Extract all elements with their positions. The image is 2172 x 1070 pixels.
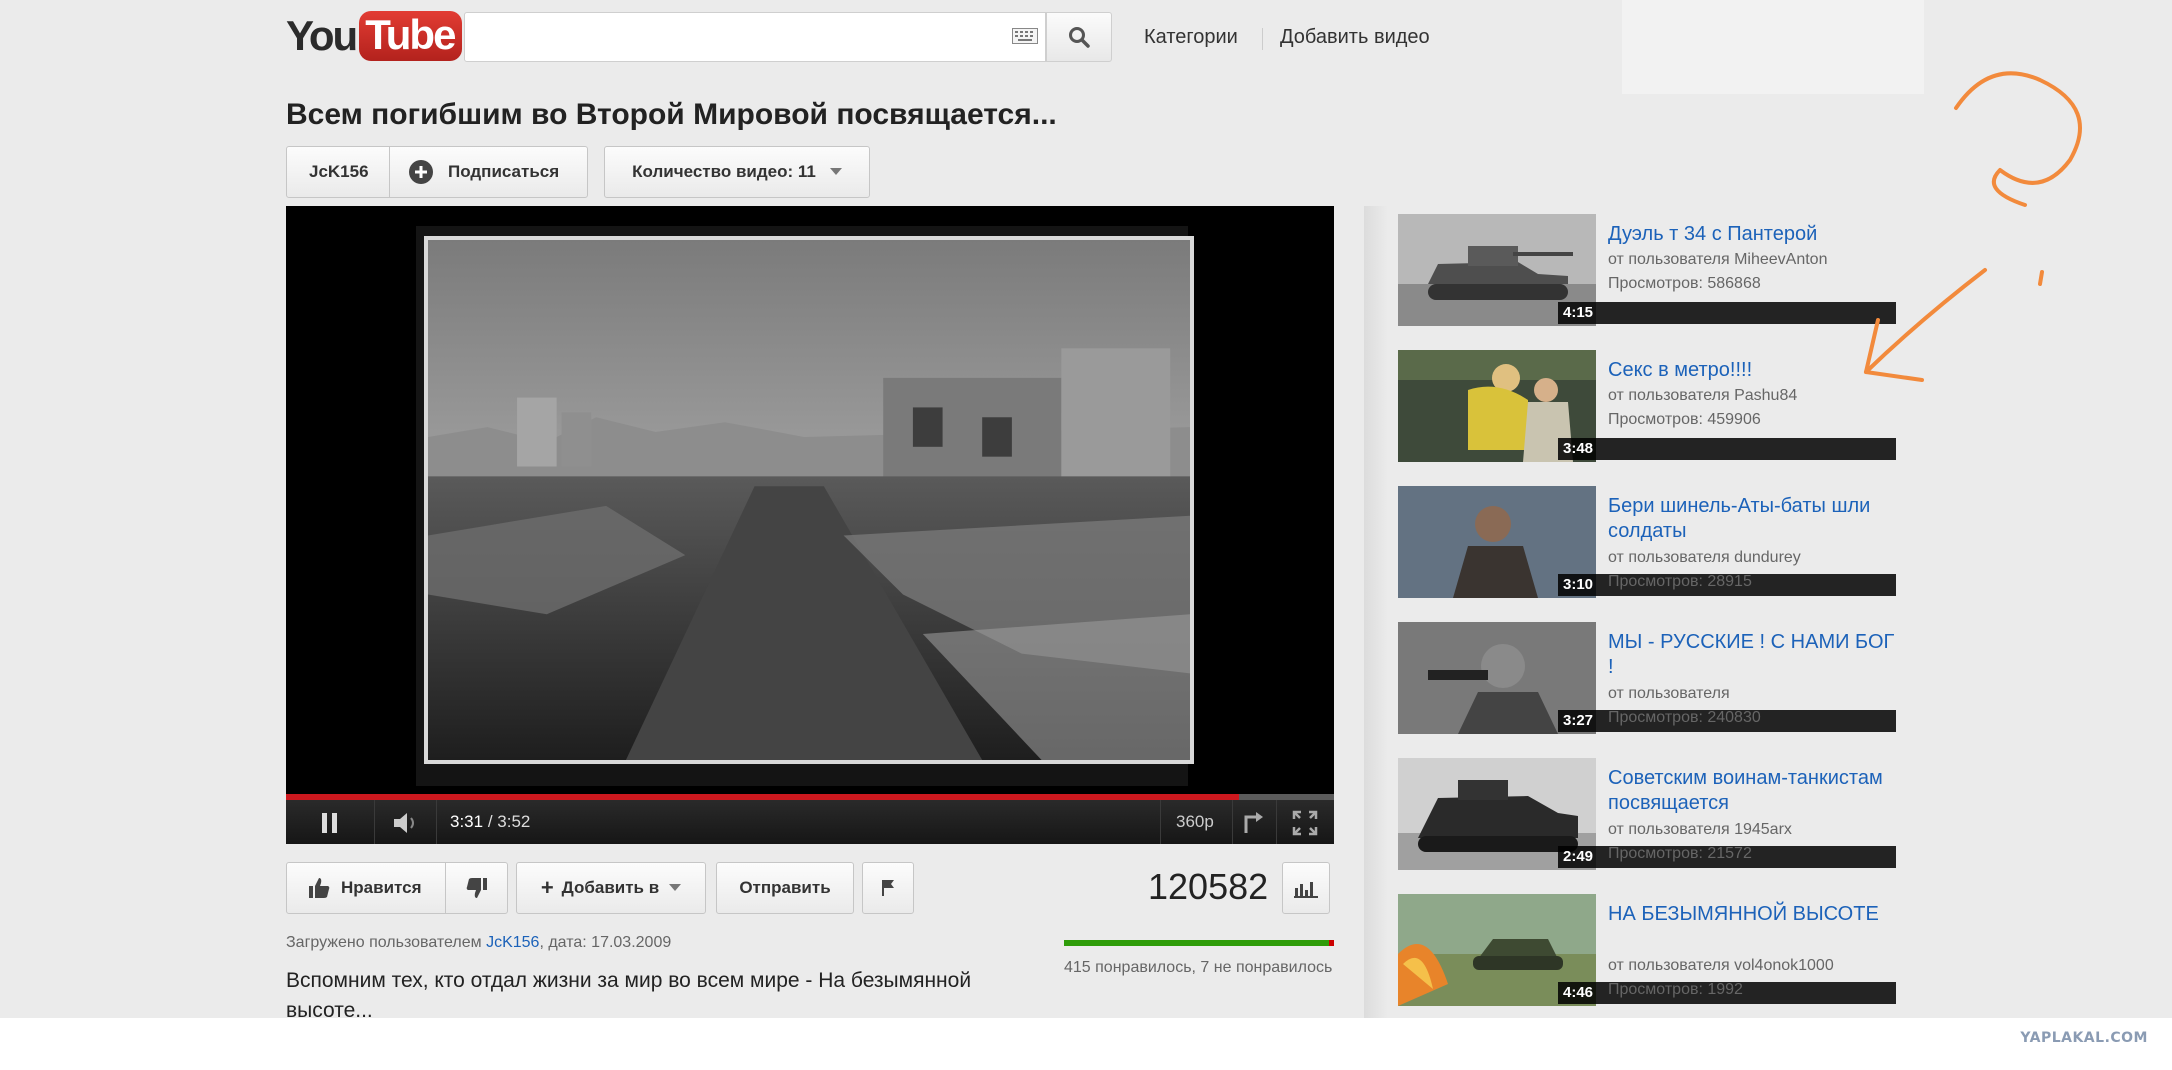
plus-icon: + (540, 875, 554, 900)
dislike-button[interactable] (446, 863, 508, 913)
video-player[interactable]: 3:31 / 3:52 360p (286, 206, 1334, 844)
flag-icon (882, 880, 894, 896)
player-controls: 3:31 / 3:52 360p (286, 800, 1334, 844)
like-ratio-fill (1064, 940, 1330, 946)
duration-badge: 4:15 (1558, 302, 1896, 324)
video-title: Всем погибшим во Второй Мировой посвящае… (286, 98, 1057, 131)
like-label: Нравится (341, 878, 422, 897)
logo-you-text: You (286, 12, 358, 59)
related-views: Просмотров: 459906 (1608, 411, 1761, 428)
related-views: Просмотров: 1992 (1608, 981, 1743, 998)
related-title[interactable]: Дуэль т 34 с Пантерой (1608, 222, 1898, 247)
related-author: от пользователя vol4onok1000 (1608, 957, 1834, 974)
footer-strip (0, 1018, 2172, 1070)
volume-icon[interactable] (392, 812, 422, 834)
view-count: 120582 (1148, 866, 1269, 907)
bar-chart-icon (1294, 882, 1318, 898)
stats-button[interactable] (1282, 862, 1330, 914)
related-views: Просмотров: 21572 (1608, 845, 1752, 862)
related-title[interactable]: Секс в метро!!!! (1608, 358, 1898, 383)
related-author: от пользователя 1945arx (1608, 821, 1792, 838)
related-video[interactable]: 4:46 НА БЕЗЫМЯННОЙ ВЫСОТЕ от пользовател… (1398, 894, 1898, 1006)
add-to-button[interactable]: + Добавить в (516, 862, 706, 914)
related-video[interactable]: 4:15 Дуэль т 34 с Пантерой от пользовате… (1398, 214, 1898, 326)
like-button[interactable]: Нравится (287, 863, 445, 913)
channel-name[interactable]: JcK156 (309, 162, 369, 182)
chevron-down-icon (829, 168, 842, 175)
related-views: Просмотров: 586868 (1608, 275, 1761, 292)
related-title[interactable]: Бери шинель-Аты-баты шли солдаты (1608, 494, 1898, 544)
chevron-down-icon (669, 884, 682, 891)
likes-text: 415 понравилось, 7 не понравилось (1064, 959, 1333, 976)
upload-date: , дата: 17.03.2009 (539, 934, 672, 951)
nav-upload[interactable]: Добавить видео (1280, 26, 1430, 49)
time-display: 3:31 / 3:52 (450, 812, 530, 832)
add-to-label: Добавить в (561, 878, 660, 897)
related-title[interactable]: НА БЕЗЫМЯННОЙ ВЫСОТЕ (1608, 902, 1898, 927)
related-video[interactable]: 3:27 МЫ - РУССКИЕ ! С НАМИ БОГ ! от поль… (1398, 622, 1898, 734)
related-author: от пользователя dundurey (1608, 549, 1801, 566)
related-title[interactable]: МЫ - РУССКИЕ ! С НАМИ БОГ ! (1608, 630, 1898, 680)
channel-subscribe-group: JcK156 Подписаться (286, 146, 588, 198)
pause-icon[interactable] (320, 812, 340, 834)
uploaded-prefix: Загружено пользователем (286, 934, 487, 951)
total-time: / 3:52 (487, 812, 531, 831)
share-label: Отправить (739, 878, 831, 897)
related-video[interactable]: 2:49 Советским воинам-танкистам посвящае… (1398, 758, 1898, 870)
like-dislike-group: Нравится (286, 862, 508, 914)
related-video[interactable]: 3:48 Секс в метро!!!! от пользователя Pa… (1398, 350, 1898, 462)
thumbs-down-icon (466, 878, 487, 898)
divider (1160, 800, 1161, 844)
related-author: от пользователя (1608, 685, 1730, 702)
divider (1276, 800, 1277, 844)
video-count-label: Количество видео: 11 (632, 162, 816, 181)
uploader-link[interactable]: JcK156 (486, 934, 539, 951)
search-input[interactable] (464, 12, 1046, 62)
current-time: 3:31 (450, 812, 484, 831)
related-title[interactable]: Советским воинам-танкистам посвящается (1608, 766, 1898, 816)
related-video[interactable]: 3:10 Бери шинель-Аты-баты шли солдаты от… (1398, 486, 1898, 598)
related-author: от пользователя MiheevAnton (1608, 251, 1828, 268)
nav-categories[interactable]: Категории (1144, 26, 1238, 49)
ad-placeholder (1622, 0, 1924, 94)
quality-button[interactable]: 360p (1176, 812, 1214, 832)
search-icon (1069, 27, 1090, 48)
divider (436, 800, 437, 844)
popout-icon[interactable] (1240, 811, 1268, 835)
plus-circle-icon (409, 160, 433, 184)
search-button[interactable] (1046, 12, 1112, 62)
nav-divider (1262, 28, 1263, 50)
like-ratio-bar (1064, 940, 1334, 946)
keyboard-icon[interactable] (1012, 28, 1038, 44)
thumbs-up-icon (309, 878, 330, 898)
related-views: Просмотров: 240830 (1608, 709, 1761, 726)
related-author: от пользователя Pashu84 (1608, 387, 1798, 404)
duration-badge: 3:48 (1558, 438, 1896, 460)
video-frame-image (424, 236, 1194, 764)
flag-button[interactable] (862, 862, 914, 914)
fullscreen-icon[interactable] (1292, 810, 1318, 836)
video-count-dropdown[interactable]: Количество видео: 11 (604, 146, 870, 198)
video-description: Вспомним тех, кто отдал жизни за мир во … (286, 969, 972, 1022)
sidebar-divider (1364, 206, 1388, 1018)
subscribe-label: Подписаться (448, 162, 560, 181)
youtube-logo[interactable]: You Tube (286, 8, 463, 64)
subscribe-button[interactable]: Подписаться (390, 147, 588, 197)
logo-tube-text: Tube (359, 11, 463, 61)
watermark: YAPLAKAL.COM (2020, 1030, 2148, 1046)
related-views: Просмотров: 28915 (1608, 573, 1752, 590)
upload-info: Загружено пользователем JcK156, дата: 17… (286, 934, 671, 952)
share-button[interactable]: Отправить (716, 862, 854, 914)
divider (1232, 800, 1233, 844)
divider (374, 800, 375, 844)
